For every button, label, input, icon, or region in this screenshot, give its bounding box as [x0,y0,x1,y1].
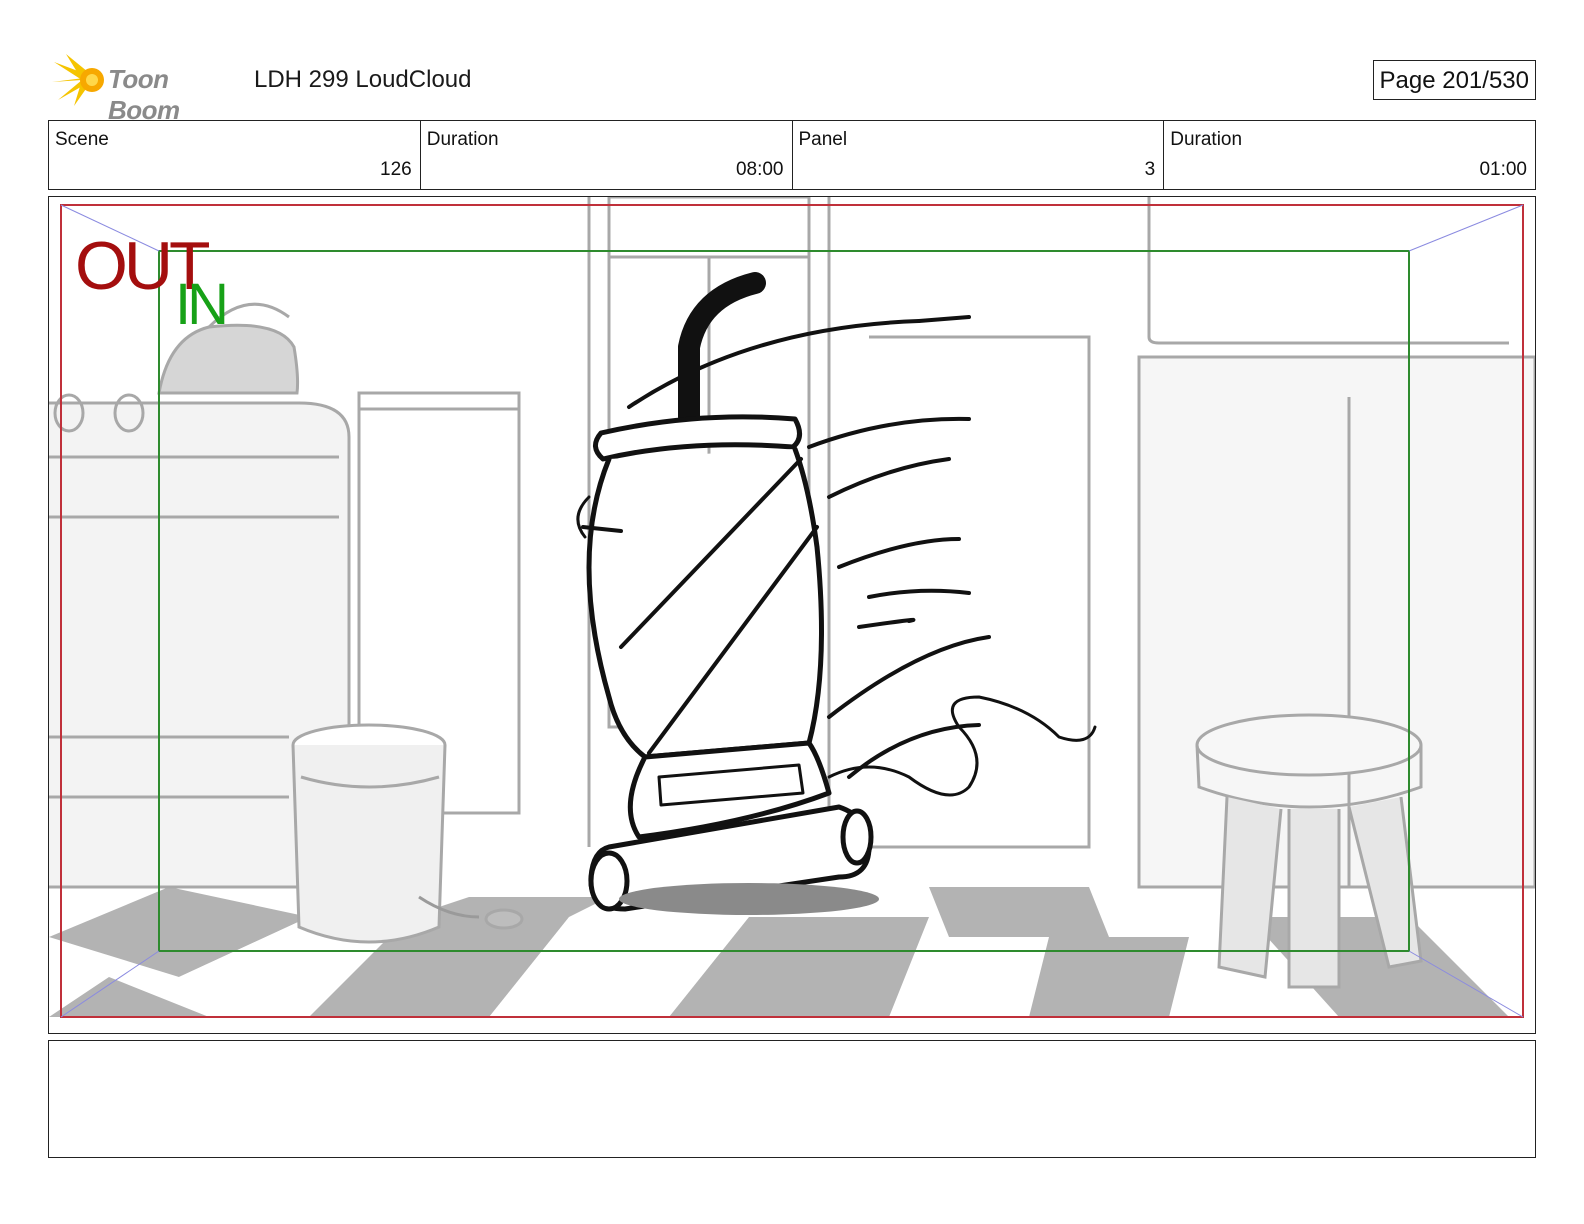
vacuum-cleaner [576,272,1097,915]
scene-cell: Scene 126 [49,121,421,189]
panel-duration-label: Duration [1170,129,1243,150]
vacuum-cord [827,695,1097,797]
panel-duration-value: 01:00 [1479,159,1527,180]
scene-value: 126 [380,159,412,180]
panel-label: Panel [798,129,848,150]
floor-tile [49,977,209,1017]
page-indicator: Page 201/530 [1372,60,1536,100]
panel-duration-cell: Duration 01:00 [1164,121,1535,189]
starburst-icon [52,54,104,106]
panel-cell: Panel 3 [793,121,1165,189]
storyboard-drawing [49,197,1535,1018]
project-title: LDH 299 LoudCloud [254,66,472,93]
panel-notes-box [48,1040,1536,1158]
floor-tile [1029,937,1189,1017]
floor-tile [669,917,929,1017]
page-header: Toon Boom LDH 299 LoudCloud Page 201/530 [48,52,1536,125]
scene-duration-label: Duration [426,129,499,150]
vacuum-shadow [619,883,879,915]
fridge [1147,197,1509,345]
stool [1195,713,1423,989]
vacuum-body [586,446,824,760]
scene-label: Scene [55,129,109,150]
scene-duration-cell: Duration 08:00 [421,121,793,189]
storyboard-panel-frame: OUT IN [48,196,1536,1034]
floor-tile [929,887,1109,937]
scene-duration-value: 08:00 [735,159,784,180]
panel-value: 3 [1144,159,1156,180]
toon-boom-logo: Toon Boom [52,54,242,125]
logo-text: Toon Boom [108,64,180,125]
in-frame-label: IN [175,272,229,337]
scene-info-table: Scene 126 Duration 08:00 Panel 3 Duratio… [48,120,1536,190]
trash-bin [291,723,447,944]
